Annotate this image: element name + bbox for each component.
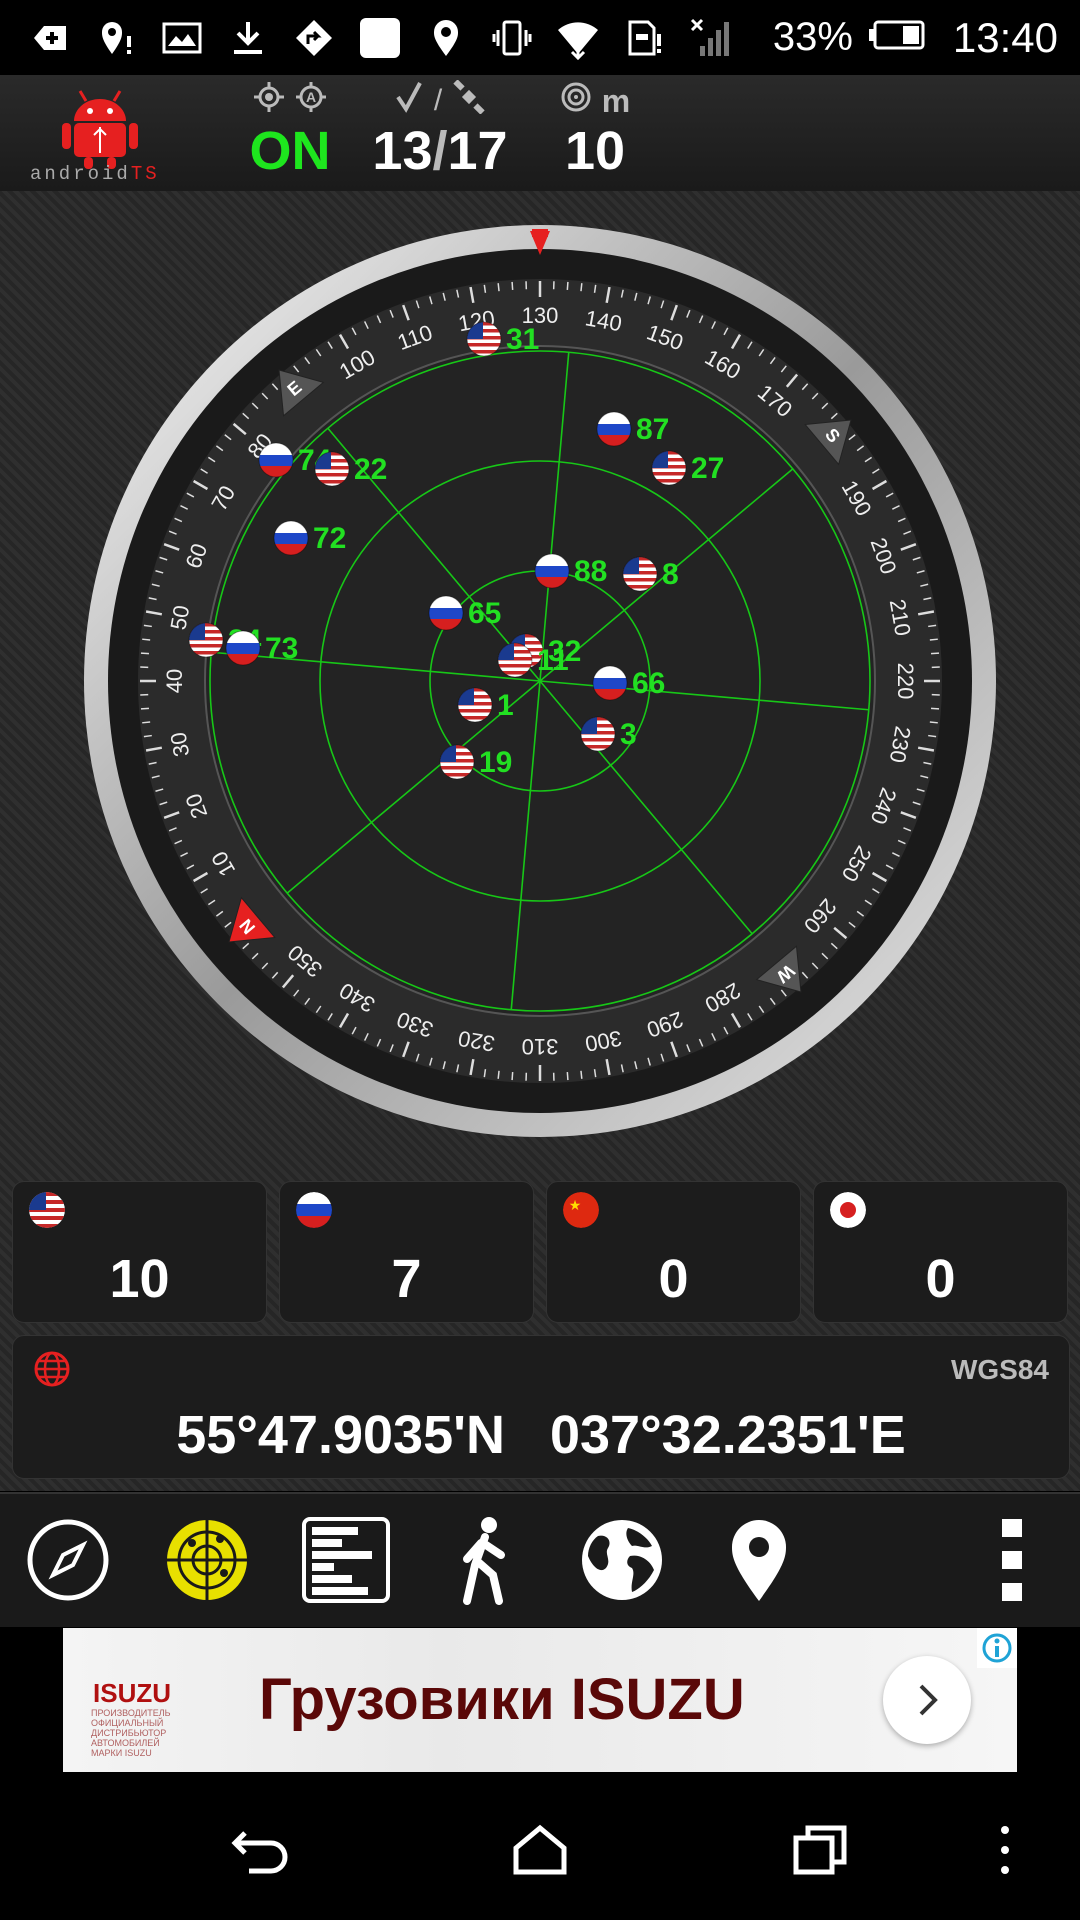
compass-tick-label: 220	[893, 663, 918, 700]
vibrate-icon	[490, 16, 534, 60]
gps-fix-icon	[253, 81, 285, 121]
accuracy-icon	[560, 81, 592, 121]
home-icon[interactable]	[505, 1815, 575, 1885]
check-icon	[394, 81, 424, 121]
japan-flag-icon	[830, 1192, 866, 1228]
blank-square-icon	[358, 16, 402, 60]
add-notification-icon	[28, 16, 72, 60]
satellites-used: 13	[372, 121, 433, 181]
satellite-label: 66	[632, 667, 665, 700]
satellite-8: 8	[622, 556, 679, 592]
count-gps: 10	[12, 1181, 267, 1323]
accuracy-value: 10	[564, 121, 626, 181]
signal-bars-icon[interactable]	[298, 1512, 394, 1608]
china-flag-icon: ★	[563, 1192, 599, 1228]
battery-icon	[868, 15, 925, 60]
satellite-label: 65	[468, 597, 501, 630]
location-icon	[424, 16, 468, 60]
ad-brand-subtitle: ПРОИЗВОДИТЕЛЬ ОФИЦИАЛЬНЫЙ ДИСТРИБЬЮТОР А…	[91, 1708, 171, 1758]
navigation-icon	[292, 16, 336, 60]
globe-icon[interactable]	[574, 1512, 670, 1608]
image-icon	[160, 16, 204, 60]
satellite-label: 72	[313, 522, 346, 555]
gps-count: 10	[109, 1249, 170, 1309]
status-icons	[0, 16, 773, 60]
beidou-count: 0	[658, 1249, 689, 1309]
ad-info-icon[interactable]	[977, 1628, 1017, 1668]
radar-icon[interactable]	[159, 1512, 255, 1608]
logo-text: androidTS	[30, 163, 160, 185]
satellite-label: 3	[620, 718, 637, 751]
recents-icon[interactable]	[785, 1815, 855, 1885]
status-bar: 33% 13:40	[0, 0, 1080, 75]
map-pin-icon[interactable]	[711, 1512, 807, 1608]
nav-more-icon[interactable]	[985, 1815, 1025, 1885]
compass-tick-label: 310	[522, 1034, 559, 1059]
satellites-ratio: 13/17	[372, 121, 508, 181]
satellite-label: 87	[636, 413, 669, 446]
gps-auto-icon: A	[295, 81, 327, 121]
satellite-icon	[452, 79, 486, 122]
svg-text:A: A	[306, 89, 316, 105]
satellite-label: 19	[479, 746, 512, 779]
satellite-3: 3	[580, 716, 637, 752]
svg-text:★: ★	[569, 1198, 582, 1214]
clock: 13:40	[952, 13, 1058, 61]
russia-flag-icon	[296, 1192, 332, 1228]
fix-status-block: A ON	[230, 81, 350, 181]
ad-open-button[interactable]	[883, 1656, 971, 1744]
satellites-block: / 13/17	[360, 79, 520, 181]
count-beidou: ★ 0	[546, 1181, 801, 1323]
bottom-toolbar	[0, 1492, 1080, 1627]
system-nav-bar	[0, 1775, 1080, 1920]
wifi-icon	[556, 16, 600, 60]
location-alert-icon	[94, 16, 138, 60]
constellation-counts: 10 7 ★ 0 0	[12, 1181, 1068, 1323]
coordinates-panel[interactable]: WGS84 55°47.9035'N 037°32.2351'E	[12, 1335, 1070, 1479]
compass-tick-label: 40	[162, 669, 187, 693]
walk-icon[interactable]	[436, 1512, 532, 1608]
satellite-label: 22	[354, 453, 387, 486]
longitude: 037°32.2351'E	[549, 1405, 906, 1465]
more-vert-icon[interactable]	[964, 1512, 1060, 1608]
datum-label: WGS84	[950, 1354, 1049, 1385]
globe-grid-icon	[34, 1351, 70, 1387]
satellite-1: 1	[457, 687, 514, 723]
count-glonass: 7	[279, 1181, 534, 1323]
latitude: 55°47.9035'N	[176, 1405, 505, 1465]
download-icon	[226, 16, 270, 60]
fix-status-value: ON	[249, 121, 331, 181]
main-panel: 10 20 30 40 50 60 70 80 100 110 120 130 140 150 160 170…	[0, 191, 1080, 1491]
satellite-label: 73	[265, 632, 298, 665]
coordinates-value: 55°47.9035'N 037°32.2351'E	[13, 1404, 1069, 1466]
app-header: androidTS A ON / 13/17 m 10	[0, 75, 1080, 193]
compass-tick-label: 30	[165, 730, 194, 758]
compass-icon[interactable]	[20, 1512, 116, 1608]
accuracy-unit: m	[601, 82, 631, 119]
battery-percent: 33%	[772, 15, 853, 59]
ad-banner[interactable]: ISUZU ПРОИЗВОДИТЕЛЬ ОФИЦИАЛЬНЫЙ ДИСТРИБЬ…	[63, 1628, 1017, 1772]
satellites-visible: 17	[447, 121, 508, 181]
back-icon[interactable]	[226, 1815, 296, 1885]
accuracy-block: m 10	[540, 81, 650, 181]
satellite-label: 1	[497, 689, 514, 722]
satellite-label: 11	[537, 644, 569, 677]
satellite-label: 8	[662, 558, 679, 591]
usa-flag-icon	[29, 1192, 65, 1228]
qzss-count: 0	[925, 1249, 956, 1309]
count-qzss: 0	[813, 1181, 1068, 1323]
no-signal-icon	[688, 16, 732, 60]
glonass-count: 7	[391, 1249, 422, 1309]
compass-tick-label: 50	[165, 603, 194, 631]
satellite-label: 31	[506, 323, 539, 356]
ad-brand-logo: ISUZU	[93, 1678, 171, 1708]
chevron-right-icon	[919, 1684, 938, 1716]
sd-card-alert-icon	[622, 16, 666, 60]
satellite-label: 27	[691, 452, 724, 485]
satellite-radar[interactable]: 10 20 30 40 50 60 70 80 100 110 120 130 140 150 160 170…	[80, 221, 1000, 1141]
ad-title[interactable]: Грузовики ISUZU	[259, 1666, 745, 1733]
satellite-label: 88	[574, 555, 607, 588]
